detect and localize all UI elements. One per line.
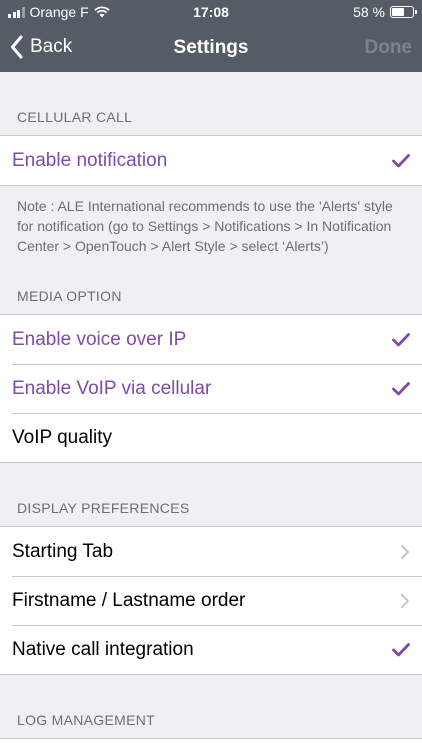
checkmark-icon [392, 153, 410, 168]
back-button[interactable]: Back [10, 35, 72, 59]
enable-notification-label: Enable notification [12, 149, 168, 171]
section-header-log: LOG MANAGEMENT [17, 712, 155, 728]
settings-list: CELLULAR CALL Enable notification Note :… [0, 72, 422, 750]
done-button[interactable]: Done [365, 37, 413, 59]
checkmark-icon [392, 381, 410, 396]
voip-quality-row[interactable]: VoIP quality [0, 413, 422, 462]
starting-tab-label: Starting Tab [12, 540, 114, 562]
group-log [0, 738, 422, 750]
notification-note: Note : ALE International recommends to u… [17, 198, 393, 254]
checkmark-icon [392, 332, 410, 347]
enable-notification-row[interactable]: Enable notification [0, 136, 422, 185]
group-media: Enable voice over IP Enable VoIP via cel… [0, 314, 422, 463]
section-header-media: MEDIA OPTION [17, 288, 122, 304]
chevron-right-icon [400, 593, 410, 609]
battery-percent: 58 % [353, 4, 385, 20]
enable-voip-label: Enable voice over IP [12, 328, 187, 350]
name-order-label: Firstname / Lastname order [12, 589, 246, 611]
native-call-integration-row[interactable]: Native call integration [0, 625, 422, 674]
section-header-cellular: CELLULAR CALL [17, 109, 133, 125]
voip-quality-label: VoIP quality [12, 426, 113, 448]
navigation-bar: Back Settings Done [0, 24, 422, 72]
enable-voip-cellular-row[interactable]: Enable VoIP via cellular [0, 364, 422, 413]
name-order-row[interactable]: Firstname / Lastname order [0, 576, 422, 625]
chevron-right-icon [400, 544, 410, 560]
chevron-left-icon [11, 35, 23, 59]
status-bar: Orange F 17:08 58 % [0, 0, 422, 24]
checkmark-icon [392, 642, 410, 657]
enable-voip-row[interactable]: Enable voice over IP [0, 315, 422, 364]
group-cellular: Enable notification [0, 135, 422, 186]
group-display: Starting Tab Firstname / Lastname order … [0, 526, 422, 675]
battery-icon [390, 6, 417, 18]
back-label: Back [30, 36, 73, 57]
section-header-display: DISPLAY PREFERENCES [17, 500, 190, 516]
enable-voip-cellular-label: Enable VoIP via cellular [12, 377, 212, 399]
starting-tab-row[interactable]: Starting Tab [0, 527, 422, 576]
native-call-integration-label: Native call integration [12, 638, 194, 660]
